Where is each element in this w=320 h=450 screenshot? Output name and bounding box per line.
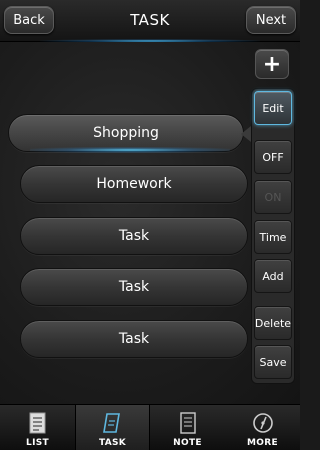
task-item[interactable]: Task xyxy=(20,320,248,358)
tab-more[interactable]: MORE xyxy=(225,405,300,450)
page-title: TASK xyxy=(130,11,170,29)
task-item[interactable]: Task xyxy=(20,217,248,255)
tab-task[interactable]: TASK xyxy=(75,405,150,450)
next-button[interactable]: Next xyxy=(246,6,296,34)
selection-pointer xyxy=(241,126,251,142)
tab-note-label: NOTE xyxy=(173,438,202,448)
tab-task-label: TASK xyxy=(98,438,127,448)
add-button[interactable]: Add xyxy=(254,259,292,293)
note-icon xyxy=(179,412,196,434)
task-icon xyxy=(102,413,120,433)
tab-list[interactable]: LIST xyxy=(0,405,75,450)
tab-note[interactable]: NOTE xyxy=(150,405,225,450)
save-button[interactable]: Save xyxy=(254,345,292,379)
on-button[interactable]: ON xyxy=(254,180,292,214)
edit-button[interactable]: Edit xyxy=(254,91,292,125)
selection-glow xyxy=(30,147,230,153)
add-task-button[interactable]: + xyxy=(255,49,289,79)
plus-icon: + xyxy=(262,51,282,77)
task-item-homework[interactable]: Homework xyxy=(20,165,248,203)
tab-list-label: LIST xyxy=(26,438,49,448)
bottom-tab-bar: LIST TASK NOTE MORE xyxy=(0,404,300,450)
header-bar: Back TASK Next xyxy=(0,0,300,43)
task-item[interactable]: Task xyxy=(20,268,248,306)
back-button[interactable]: Back xyxy=(4,6,54,34)
off-button[interactable]: OFF xyxy=(254,140,292,174)
more-icon xyxy=(252,413,273,433)
list-icon xyxy=(29,412,45,434)
time-button[interactable]: Time xyxy=(254,220,292,254)
tab-more-label: MORE xyxy=(247,438,278,448)
delete-button[interactable]: Delete xyxy=(254,306,292,340)
